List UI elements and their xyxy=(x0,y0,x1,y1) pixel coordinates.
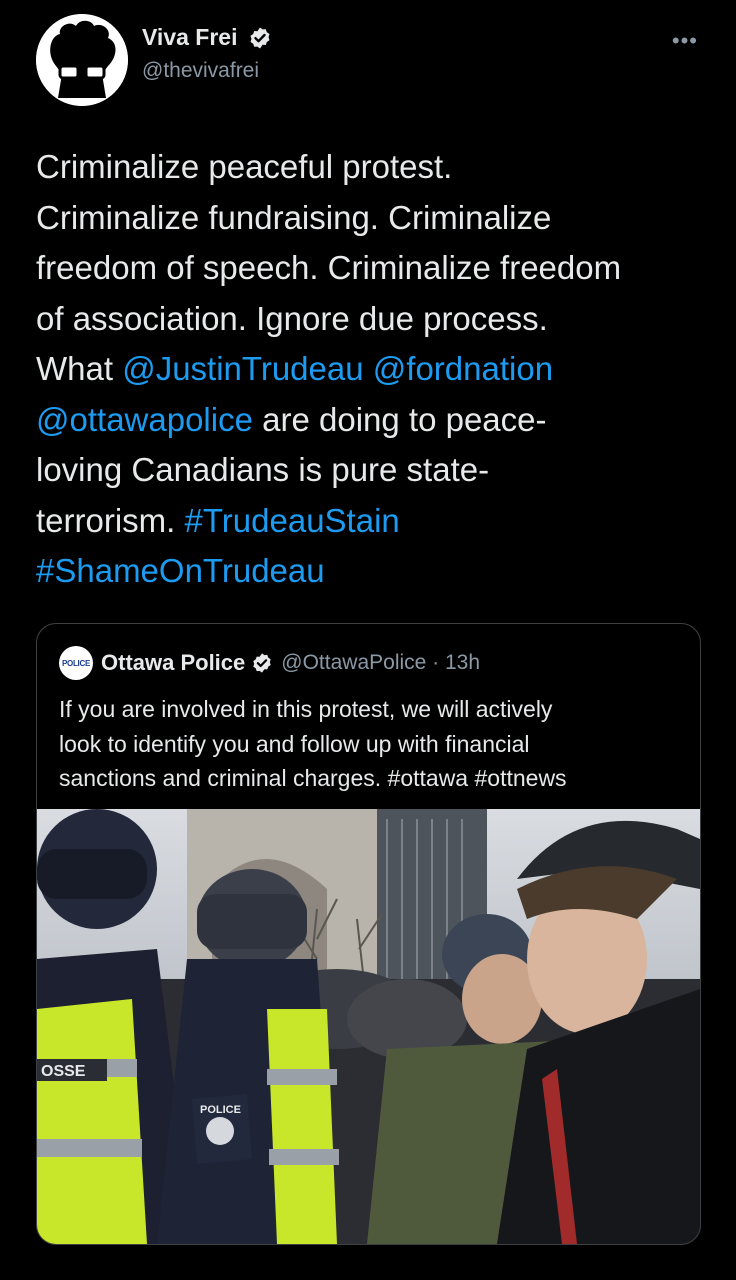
author-handle[interactable]: @thevivafrei xyxy=(142,59,259,83)
police-logo-text: POLICE xyxy=(62,658,90,668)
tweet-text-fragment xyxy=(364,350,373,387)
quoted-handle-time: @OttawaPolice · 13h xyxy=(281,651,481,674)
police-badge-text: POLICE xyxy=(200,1104,241,1116)
quoted-line: look to identify you and follow up with … xyxy=(59,730,530,757)
mention-fordnation[interactable]: @fordnation xyxy=(373,350,553,387)
author-display-name[interactable]: Viva Frei xyxy=(142,24,237,50)
quoted-line: If you are involved in this protest, we … xyxy=(59,696,553,722)
quoted-tweet-body: If you are involved in this protest, we … xyxy=(59,692,689,796)
tweet-line: of association. Ignore due process. xyxy=(36,299,548,337)
mention-justintrudeau[interactable]: @JustinTrudeau xyxy=(122,350,363,387)
hashtag-trudeaustain[interactable]: #TrudeauStain xyxy=(185,502,400,539)
mention-ottawapolice[interactable]: @ottawapolice xyxy=(36,401,253,438)
quoted-display-name: Ottawa Police xyxy=(101,650,246,675)
tweet-line: Criminalize peaceful protest. xyxy=(36,148,453,185)
hashtag-shameontrudeau[interactable]: #ShameOnTrudeau xyxy=(36,552,325,589)
tweet-text-fragment: What xyxy=(36,350,123,387)
afro-glasses-silhouette-icon xyxy=(36,14,128,106)
author-avatar[interactable] xyxy=(36,14,128,106)
quoted-tweet[interactable]: POLICE Ottawa Police @OttawaPolice · 13h… xyxy=(36,623,701,1245)
tweet-text-fragment: are doing to peace- xyxy=(252,400,547,438)
tweet-body: Criminalize peaceful protest. Criminaliz… xyxy=(36,142,706,597)
more-options-icon[interactable]: ••• xyxy=(672,28,698,54)
protest-police-photo[interactable]: OSSE POLICE xyxy=(37,809,700,1244)
quoted-line: sanctions and criminal charges. #ottawa … xyxy=(59,765,567,791)
tweet-line: loving Canadians is pure state- xyxy=(36,451,490,488)
ottawa-police-avatar: POLICE xyxy=(59,646,93,680)
tweet-line: freedom of speech. Criminalize freedom xyxy=(36,249,622,286)
tweet-header: Viva Frei @thevivafrei ••• xyxy=(36,10,700,106)
tweet-line: Criminalize fundraising. Criminalize xyxy=(36,198,552,236)
verified-badge-icon xyxy=(253,653,271,673)
quoted-tweet-header: POLICE Ottawa Police @OttawaPolice · 13h xyxy=(59,646,481,680)
tweet-text-fragment: terrorism. xyxy=(36,501,185,539)
verified-badge-icon xyxy=(250,27,270,48)
vest-text: OSSE xyxy=(41,1063,86,1080)
